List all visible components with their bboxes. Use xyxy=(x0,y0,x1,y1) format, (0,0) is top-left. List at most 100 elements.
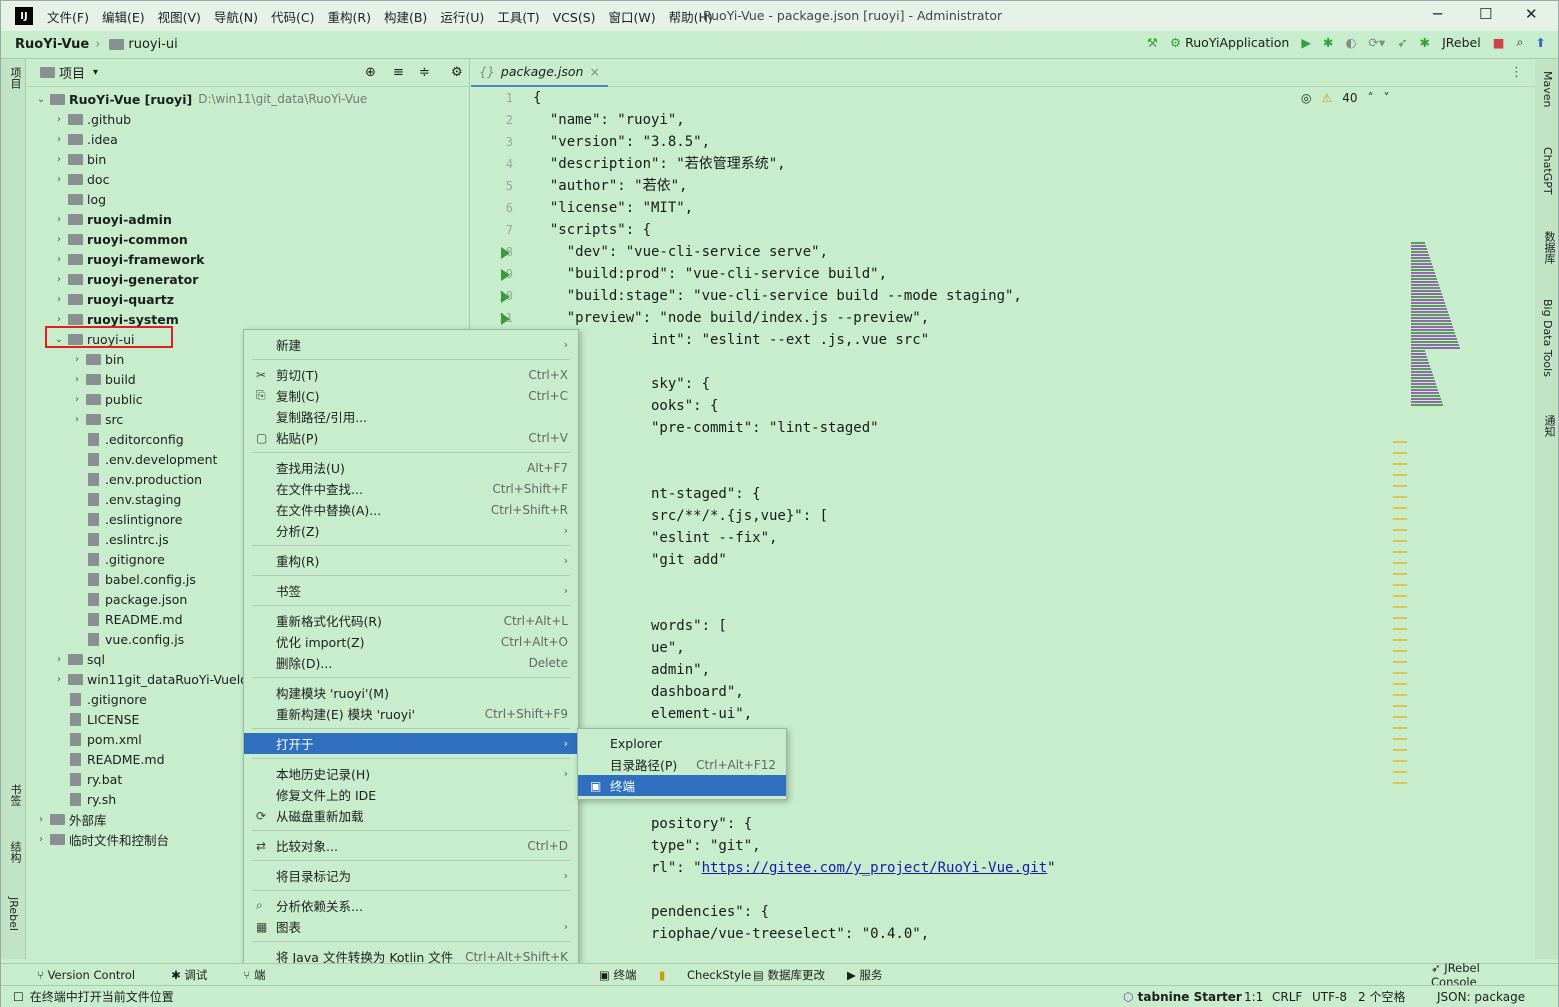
tree-node[interactable]: ⌄ RuoYi-Vue [ruoyi] D:\win11\git_data\RuoY… xyxy=(35,89,368,109)
chevron-right-icon[interactable]: › xyxy=(53,214,65,225)
menu-item[interactable]: ▦ 图表 › xyxy=(244,916,578,937)
search-icon[interactable]: ⌕ xyxy=(1517,34,1524,50)
more-tabs-icon[interactable]: ⋮ xyxy=(1510,65,1523,80)
tree-node[interactable]: › ruoyi-framework xyxy=(53,249,204,269)
warning-marker[interactable] xyxy=(1393,496,1407,498)
chevron-right-icon[interactable]: › xyxy=(53,654,65,665)
strip-jrebel-tab[interactable]: JRebel xyxy=(7,897,20,931)
tree-node[interactable]: › src xyxy=(71,409,123,429)
tree-node[interactable]: .gitignore xyxy=(71,549,165,569)
menu-item[interactable]: 窗口(W) xyxy=(609,10,656,25)
tree-node[interactable]: › .github xyxy=(53,109,131,129)
warning-marker[interactable] xyxy=(1393,474,1407,476)
tree-node[interactable]: › bin xyxy=(71,349,124,369)
warning-marker[interactable] xyxy=(1393,716,1407,718)
breadcrumb-project[interactable]: RuoYi-Vue xyxy=(15,37,89,52)
tree-node[interactable]: › .idea xyxy=(53,129,118,149)
tree-node[interactable]: pom.xml xyxy=(53,729,142,749)
chevron-right-icon[interactable]: › xyxy=(71,374,83,385)
warning-marker[interactable] xyxy=(1393,782,1407,784)
inspection-widget[interactable]: ◎ ⚠ 40 ˄ ˅ xyxy=(1301,91,1390,105)
jrebel-label[interactable]: JRebel xyxy=(1442,35,1481,50)
menu-item[interactable]: 导航(N) xyxy=(214,10,258,25)
stop-icon[interactable]: ■ xyxy=(1493,35,1505,50)
tree-node[interactable]: .env.production xyxy=(71,469,202,489)
menu-item[interactable]: 修复文件上的 IDE xyxy=(244,784,578,805)
chevron-down-icon[interactable]: ▾ xyxy=(93,67,98,78)
tree-node[interactable]: .editorconfig xyxy=(71,429,184,449)
menu-item[interactable]: 重构(R) xyxy=(328,10,371,25)
tree-node[interactable]: ry.bat xyxy=(53,769,122,789)
menu-item[interactable]: ⇄ 比较对象... Ctrl+D xyxy=(244,835,578,856)
tree-node[interactable]: README.md xyxy=(53,749,165,769)
strip-project-tab[interactable]: 项目 xyxy=(7,67,23,89)
chevron-right-icon[interactable]: › xyxy=(71,414,83,425)
collapse-all-icon[interactable]: ≑ xyxy=(419,65,430,80)
menu-item[interactable]: 构建(B) xyxy=(384,10,427,25)
menu-item[interactable]: ⌕ 分析依赖关系... xyxy=(244,895,578,916)
tree-node[interactable]: ry.sh xyxy=(53,789,116,809)
maximize-button[interactable]: ☐ xyxy=(1479,5,1492,23)
menu-item[interactable]: 书签 › xyxy=(244,580,578,601)
code-content[interactable]: { "name": "ruoyi", "version": "3.8.5", "… xyxy=(533,87,1056,945)
menu-item[interactable]: 重新格式化代码(R) Ctrl+Alt+L xyxy=(244,610,578,631)
warning-marker[interactable] xyxy=(1393,485,1407,487)
expand-all-icon[interactable]: ≡ xyxy=(393,65,404,80)
chevron-down-icon[interactable]: ˅ xyxy=(1384,91,1390,105)
menu-item[interactable]: 分析(Z) › xyxy=(244,520,578,541)
menu-item[interactable]: 代码(C) xyxy=(271,10,314,25)
strip-maven-tab[interactable]: Maven xyxy=(1541,71,1554,107)
warning-marker[interactable] xyxy=(1393,738,1407,740)
warning-marker[interactable] xyxy=(1393,540,1407,542)
update-icon[interactable]: ⬆ xyxy=(1536,35,1546,50)
menu-item[interactable]: ▣ 终端 xyxy=(578,775,786,796)
caret-position[interactable]: 1:1 xyxy=(1244,990,1263,1004)
tree-node[interactable]: .eslintignore xyxy=(71,509,182,529)
chevron-right-icon[interactable]: › xyxy=(53,314,65,325)
build-hammer-icon[interactable]: ⚒ xyxy=(1147,35,1158,50)
warning-marker[interactable] xyxy=(1393,584,1407,586)
tab-version-control[interactable]: ⑂ Version Control xyxy=(37,968,153,982)
strip-notifications-tab[interactable]: 通知 xyxy=(1541,415,1557,437)
run-icon[interactable]: ▶ xyxy=(1301,35,1311,50)
warning-marker[interactable] xyxy=(1393,507,1407,509)
chevron-right-icon[interactable]: › xyxy=(71,394,83,405)
warning-marker[interactable] xyxy=(1393,617,1407,619)
tree-node[interactable]: log xyxy=(53,189,106,209)
tree-node[interactable]: › ruoyi-quartz xyxy=(53,289,174,309)
warning-marker[interactable] xyxy=(1393,441,1407,443)
status-toggle-icon[interactable]: ☐ xyxy=(13,990,24,1004)
tab-db-changes[interactable]: ▤ 数据库更改 xyxy=(753,967,843,983)
warning-marker[interactable] xyxy=(1393,672,1407,674)
menu-item[interactable]: 在文件中替换(A)... Ctrl+Shift+R xyxy=(244,499,578,520)
menu-item[interactable]: 文件(F) xyxy=(47,10,89,25)
menu-item[interactable]: 运行(U) xyxy=(440,10,484,25)
line-separator[interactable]: CRLF xyxy=(1272,990,1302,1004)
tree-node[interactable]: › ruoyi-admin xyxy=(53,209,172,229)
tree-node[interactable]: › ruoyi-generator xyxy=(53,269,198,289)
warning-marker[interactable] xyxy=(1393,683,1407,685)
warning-marker[interactable] xyxy=(1393,749,1407,751)
menu-item[interactable]: Explorer xyxy=(578,733,786,754)
warning-marker[interactable] xyxy=(1393,463,1407,465)
minimize-button[interactable]: ─ xyxy=(1433,5,1442,23)
menu-item[interactable]: 新建 › xyxy=(244,334,578,355)
strip-bigdata-tab[interactable]: Big Data Tools xyxy=(1541,299,1554,377)
tab-debug[interactable]: ✱ 调试 xyxy=(171,967,225,983)
strip-bookmarks-tab[interactable]: 书签 xyxy=(7,784,23,806)
tree-node[interactable]: README.md xyxy=(71,609,183,629)
breadcrumb-folder[interactable]: ruoyi-ui xyxy=(128,37,177,52)
indent-setting[interactable]: 2 个空格 xyxy=(1358,988,1405,1005)
tree-node[interactable]: package.json xyxy=(71,589,187,609)
tree-node[interactable]: › ruoyi-common xyxy=(53,229,188,249)
tree-node[interactable]: LICENSE xyxy=(53,709,139,729)
tree-node[interactable]: › win11git_dataRuoYi-Vuelog xyxy=(53,669,256,689)
gear-icon[interactable]: ⚙ xyxy=(451,65,463,80)
menu-item[interactable]: 将目录标记为 › xyxy=(244,865,578,886)
chevron-down-icon[interactable]: ⌄ xyxy=(35,94,47,105)
menu-item[interactable]: 重新构建(E) 模块 'ruoyi' Ctrl+Shift+F9 xyxy=(244,703,578,724)
menu-item[interactable]: 视图(V) xyxy=(158,10,201,25)
menu-item[interactable]: VCS(S) xyxy=(553,10,596,25)
warning-marker[interactable] xyxy=(1393,606,1407,608)
chevron-right-icon[interactable]: › xyxy=(71,354,83,365)
